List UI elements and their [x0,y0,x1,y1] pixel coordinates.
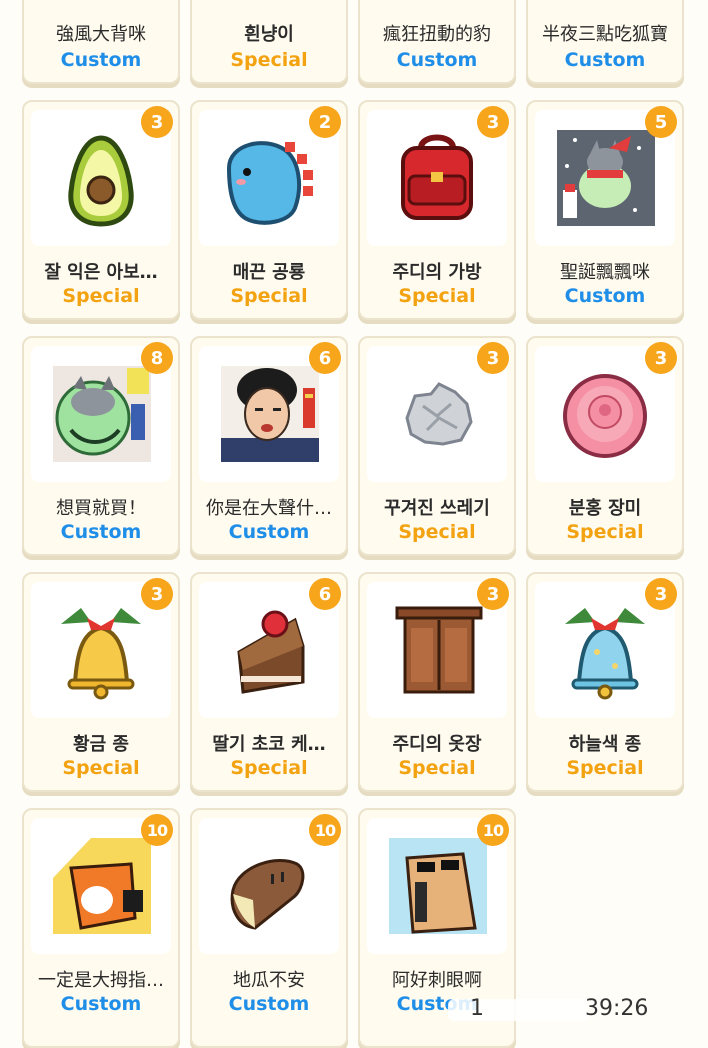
sticker-name: 꾸겨진 쓰레기 [384,498,490,519]
sticker-image: 3 [367,342,509,482]
sticker-card[interactable]: 3 황금 종 Special [22,572,180,792]
sticker-image: 6 [199,578,341,718]
sticker-name: 주디의 옷장 [392,734,482,755]
sticker-image: 3 [31,578,173,718]
sticker-card[interactable]: 3 꾸겨진 쓰레기 Special [358,336,516,556]
count-badge: 5 [645,106,677,138]
sticker-card[interactable]: 10 一定是大拇指… Custom [22,808,180,1048]
sticker-type: Special [398,521,476,543]
sticker-name: 聖誕飄飄咪 [560,262,650,283]
count-badge: 3 [477,578,509,610]
sticker-type: Special [566,757,644,779]
count-badge: 3 [477,342,509,374]
sticker-image: 3 [367,106,509,246]
sticker-name: 하늘색 종 [568,734,642,755]
sticker-card[interactable]: 3 잘 익은 아보… Special [22,100,180,320]
sticker-type: Special [62,285,140,307]
sticker-name: 半夜三點吃狐寶 [542,24,668,45]
sticker-name: 瘋狂扭動的豹 [383,24,491,45]
sticker-name: 분홍 장미 [568,498,642,519]
sticker-card[interactable]: 6 你是在大聲什… Custom [190,336,348,556]
sticker-card[interactable]: 10 地瓜不安 Custom [190,808,348,1048]
sticker-type: Custom [60,49,142,71]
sticker-image: 10 [367,814,509,954]
sticker-name: 매끈 공룡 [232,262,306,283]
blurred-text [448,999,588,1021]
sticker-type: Custom [228,993,310,1015]
count-badge: 10 [309,814,341,846]
sticker-card[interactable]: 半夜三點吃狐寶 Custom [526,0,684,84]
sticker-card[interactable]: 3 주디의 가방 Special [358,100,516,320]
sticker-type: Custom [564,285,646,307]
sticker-image: 3 [535,578,677,718]
sticker-card[interactable]: 瘋狂扭動的豹 Custom [358,0,516,84]
sticker-name: 흰냥이 [244,24,294,45]
sticker-image: 3 [367,578,509,718]
sticker-image: 6 [199,342,341,482]
page-number: 1 [470,996,484,1021]
sticker-type: Special [398,285,476,307]
sticker-name: 주디의 가방 [392,262,482,283]
sticker-type: Special [230,285,308,307]
sticker-name: 황금 종 [73,734,129,755]
sticker-type: Custom [60,993,142,1015]
count-badge: 3 [645,342,677,374]
sticker-image: 3 [535,342,677,482]
count-badge: 10 [477,814,509,846]
sticker-type: Special [398,757,476,779]
count-badge: 3 [141,106,173,138]
sticker-image: 2 [199,106,341,246]
sticker-image: 8 [31,342,173,482]
sticker-type: Custom [228,521,310,543]
sticker-type: Custom [396,49,478,71]
sticker-card[interactable]: 2 매끈 공룡 Special [190,100,348,320]
sticker-name: 딸기 초코 케… [212,734,326,755]
sticker-name: 地瓜不安 [233,970,305,991]
sticker-card[interactable]: 6 딸기 초코 케… Special [190,572,348,792]
sticker-card[interactable]: 3 주디의 옷장 Special [358,572,516,792]
sticker-card[interactable]: 흰냥이 Special [190,0,348,84]
count-badge: 6 [309,342,341,374]
sticker-name: 一定是大拇指… [38,970,164,991]
sticker-type: Special [230,49,308,71]
sticker-name: 阿好刺眼啊 [392,970,482,991]
sticker-card[interactable]: 強風大背咪 Custom [22,0,180,84]
time-display: 39:26 [585,996,649,1021]
sticker-name: 想買就買！ [56,498,146,519]
count-badge: 8 [141,342,173,374]
sticker-image: 3 [31,106,173,246]
count-badge: 6 [309,578,341,610]
sticker-card[interactable]: 3 분홍 장미 Special [526,336,684,556]
sticker-name: 잘 익은 아보… [44,262,158,283]
sticker-card[interactable]: 3 하늘색 종 Special [526,572,684,792]
sticker-image: 5 [535,106,677,246]
sticker-card[interactable]: 8 想買就買！ Custom [22,336,180,556]
sticker-type: Special [566,521,644,543]
sticker-image: 10 [199,814,341,954]
sticker-image: 10 [31,814,173,954]
sticker-name: 強風大背咪 [56,24,146,45]
sticker-type: Custom [564,49,646,71]
sticker-name: 你是在大聲什… [206,498,332,519]
count-badge: 3 [141,578,173,610]
count-badge: 2 [309,106,341,138]
sticker-card[interactable]: 5 聖誕飄飄咪 Custom [526,100,684,320]
count-badge: 3 [477,106,509,138]
count-badge: 3 [645,578,677,610]
sticker-type: Special [230,757,308,779]
status-overlay: 1 39:26 [430,996,660,1024]
count-badge: 10 [141,814,173,846]
sticker-type: Custom [60,521,142,543]
sticker-type: Special [62,757,140,779]
